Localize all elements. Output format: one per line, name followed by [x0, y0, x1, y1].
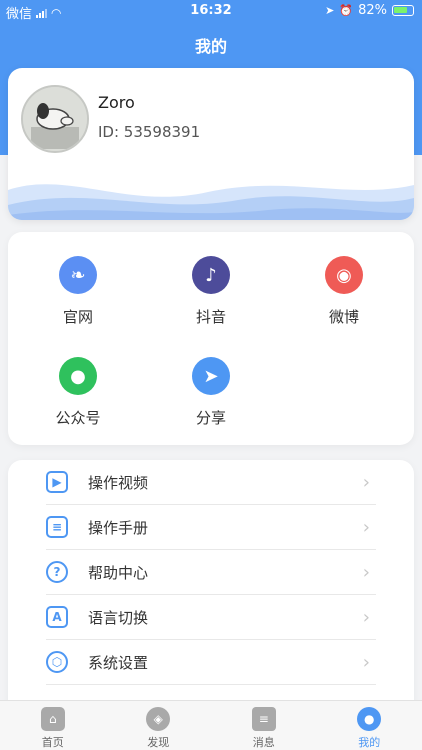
- link-weibo[interactable]: ◉ 微博: [284, 256, 404, 327]
- chevron-right-icon: ›: [362, 516, 370, 538]
- link-label: 分享: [195, 409, 226, 427]
- link-label: 官网: [62, 308, 93, 326]
- social-links-card: ❧ 官网 ♪ 抖音 ◉ 微博 ● 公众号 ➤ 分享: [8, 232, 414, 445]
- link-wechat-official[interactable]: ● 公众号: [18, 357, 138, 428]
- help-icon: ?: [46, 561, 68, 583]
- menu-item-label: 语言切换: [88, 608, 149, 627]
- battery-percent: 82%: [358, 3, 387, 18]
- menu-item-language[interactable]: A 语言切换 ›: [46, 595, 376, 640]
- tiktok-icon: ♪: [192, 256, 230, 294]
- video-icon: ▶: [46, 471, 68, 493]
- leaf-icon: ❧: [59, 256, 97, 294]
- message-icon: ≡: [251, 707, 276, 731]
- manual-icon: ≡: [46, 516, 68, 538]
- tab-label: 消息: [252, 736, 275, 749]
- page-title: 我的: [194, 37, 227, 56]
- tab-home[interactable]: ⌂ 首页: [0, 701, 106, 750]
- menu-item-manual[interactable]: ≡ 操作手册 ›: [46, 505, 376, 550]
- settings-icon: ⬡: [46, 651, 68, 673]
- link-label: 抖音: [195, 308, 226, 326]
- settings-menu: ▶ 操作视频 › ≡ 操作手册 › ? 帮助中心 › A 语言切换 › ⬡ 系统…: [8, 460, 414, 720]
- menu-item-label: 系统设置: [88, 653, 149, 672]
- status-bar: 微信 ◠ 16:32 ➤ ⏰ 82%: [0, 0, 422, 22]
- link-douyin[interactable]: ♪ 抖音: [151, 256, 271, 327]
- tab-label: 发现: [147, 736, 170, 749]
- share-icon: ➤: [192, 357, 230, 395]
- link-label: 公众号: [55, 409, 101, 427]
- tab-messages[interactable]: ≡ 消息: [211, 701, 317, 750]
- menu-item-label: 操作视频: [88, 473, 149, 492]
- link-share[interactable]: ➤ 分享: [151, 357, 271, 428]
- tab-discover[interactable]: ◈ 发现: [106, 701, 212, 750]
- tab-label: 我的: [358, 736, 381, 749]
- username: Zoro: [98, 93, 135, 112]
- battery-icon: [392, 5, 414, 16]
- wave-decoration: [8, 184, 414, 220]
- chevron-right-icon: ›: [362, 471, 370, 493]
- avatar[interactable]: [21, 85, 89, 153]
- chevron-right-icon: ›: [362, 651, 370, 673]
- home-icon: ⌂: [40, 707, 65, 731]
- user-id: ID: 53598391: [98, 123, 201, 141]
- tab-label: 首页: [41, 736, 64, 749]
- menu-item-label: 帮助中心: [88, 563, 149, 582]
- compass-icon: ◈: [146, 707, 171, 731]
- menu-item-settings[interactable]: ⬡ 系统设置 ›: [46, 640, 376, 685]
- tab-profile[interactable]: ● 我的: [317, 701, 422, 750]
- language-icon: A: [46, 606, 68, 628]
- weibo-icon: ◉: [325, 256, 363, 294]
- menu-item-video[interactable]: ▶ 操作视频 ›: [46, 460, 376, 505]
- menu-item-help[interactable]: ? 帮助中心 ›: [46, 550, 376, 595]
- snoopy-avatar-icon: [23, 87, 87, 151]
- profile-card[interactable]: Zoro ID: 53598391: [8, 68, 414, 220]
- bottom-tab-bar: ⌂ 首页 ◈ 发现 ≡ 消息 ● 我的: [0, 700, 422, 750]
- link-label: 微博: [328, 308, 359, 326]
- location-icon: ➤: [325, 4, 335, 17]
- wechat-icon: ●: [59, 357, 97, 395]
- chevron-right-icon: ›: [362, 606, 370, 628]
- user-icon: ●: [357, 707, 382, 731]
- chevron-right-icon: ›: [362, 561, 370, 583]
- link-official-site[interactable]: ❧ 官网: [18, 256, 138, 327]
- menu-item-label: 操作手册: [88, 518, 149, 537]
- alarm-icon: ⏰: [339, 4, 354, 17]
